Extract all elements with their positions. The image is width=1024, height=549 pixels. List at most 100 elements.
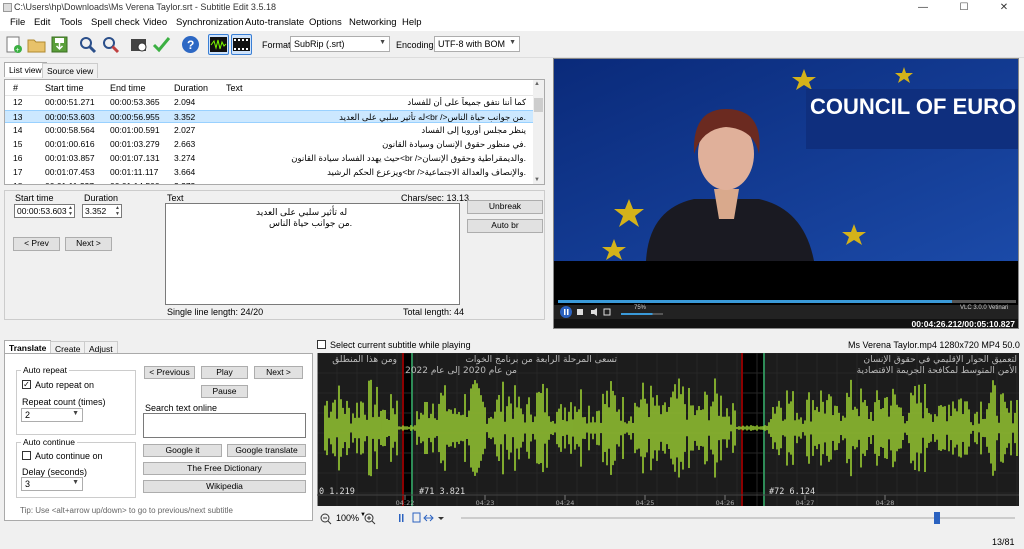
zoom-in-icon[interactable] bbox=[363, 511, 379, 525]
save-icon[interactable] bbox=[49, 34, 70, 55]
slider-thumb[interactable] bbox=[934, 512, 941, 524]
find-icon[interactable] bbox=[77, 34, 98, 55]
menu-edit[interactable]: Edit bbox=[34, 17, 50, 28]
scroll-down-icon[interactable]: ▼ bbox=[534, 177, 540, 183]
cell-text: حيث يهدد الفساد سيادة القانون<br />والدي… bbox=[291, 153, 526, 163]
start-time-label: Start time bbox=[15, 193, 54, 203]
format-select[interactable]: SubRip (.srt) ▼ bbox=[290, 36, 390, 52]
pause-button[interactable]: Pause bbox=[201, 385, 248, 398]
video-toggle-icon[interactable] bbox=[231, 34, 252, 55]
help-icon[interactable]: ? bbox=[180, 34, 201, 55]
audio-waveform[interactable]: ومن هذا المنطلق تسعى المرحلة الرابعة من ب… bbox=[317, 353, 1019, 506]
start-time-input[interactable]: 00:00:53.603 ▲ ▼ bbox=[14, 204, 75, 218]
open-folder-icon[interactable] bbox=[26, 34, 47, 55]
delay-select[interactable]: 3 ▼ bbox=[21, 477, 83, 491]
cell-number: 16 bbox=[13, 153, 23, 163]
menu-networking[interactable]: Networking bbox=[349, 17, 397, 28]
auto-continue-group: Auto continue Auto continue on Delay (se… bbox=[16, 437, 136, 498]
scroll-up-icon[interactable]: ▲ bbox=[534, 81, 540, 87]
time-tick-label: 04:22 bbox=[396, 499, 415, 506]
col-end-time[interactable]: End time bbox=[110, 83, 146, 93]
col-number[interactable]: # bbox=[13, 83, 18, 93]
table-row[interactable]: 18 00:01:11.227 00:01:14.500 3.273 bbox=[5, 180, 535, 184]
video-seek-bar[interactable] bbox=[558, 300, 1016, 303]
scroll-thumb[interactable] bbox=[534, 98, 543, 112]
tab-list-view[interactable]: List view bbox=[4, 62, 47, 77]
play-button[interactable]: Play bbox=[201, 366, 248, 379]
tab-source-view[interactable]: Source view bbox=[42, 63, 99, 78]
previous-button[interactable]: < Previous bbox=[144, 366, 195, 379]
waveform-position-slider[interactable] bbox=[461, 512, 1015, 524]
zoom-out-icon[interactable] bbox=[319, 511, 335, 525]
waveform-toggle-icon[interactable] bbox=[208, 34, 229, 55]
auto-br-button[interactable]: Auto br bbox=[467, 219, 543, 233]
table-row[interactable]: 13 00:00:53.603 00:00:56.955 3.352 له تأثير … bbox=[5, 110, 535, 123]
waveform-subtitle-text: تسعى المرحلة الرابعة من برنامج الخوات bbox=[465, 355, 617, 365]
free-dictionary-button[interactable]: The Free Dictionary bbox=[143, 462, 306, 475]
app-icon bbox=[3, 3, 12, 12]
cell-start-time: 00:01:03.857 bbox=[45, 153, 95, 163]
menu-synchronization[interactable]: Synchronization bbox=[176, 17, 244, 28]
table-row[interactable]: 14 00:00:58.564 00:01:00.591 2.027 ينظر مجلس… bbox=[5, 124, 535, 137]
table-row[interactable]: 16 00:01:03.857 00:01:07.131 3.274 حيث يهدد … bbox=[5, 152, 535, 165]
unbreak-button[interactable]: Unbreak bbox=[467, 200, 543, 214]
cell-number: 17 bbox=[13, 167, 23, 177]
cell-number: 13 bbox=[13, 112, 23, 122]
menu-options[interactable]: Options bbox=[309, 17, 342, 28]
maximize-button[interactable]: ☐ bbox=[944, 0, 984, 15]
table-row[interactable]: 15 00:01:00.616 00:01:03.279 2.663 في منظور … bbox=[5, 138, 535, 151]
replace-icon[interactable] bbox=[100, 34, 121, 55]
new-file-icon[interactable]: + bbox=[3, 34, 24, 55]
spinner-icon[interactable]: ▲ ▼ bbox=[115, 205, 120, 217]
col-text[interactable]: Text bbox=[226, 83, 243, 93]
auto-repeat-checkbox[interactable]: ✓ bbox=[22, 380, 31, 389]
minimize-button[interactable]: — bbox=[903, 0, 943, 15]
google-it-button[interactable]: Google it bbox=[143, 444, 222, 457]
auto-continue-checkbox[interactable] bbox=[22, 451, 31, 460]
cell-end-time: 00:01:07.131 bbox=[110, 153, 160, 163]
menu-video[interactable]: Video bbox=[143, 17, 167, 28]
toolbar: + ? Format SubRip (.srt) ▼ Encoding UTF-8… bbox=[0, 31, 1024, 58]
video-frame: COUNCIL OF EURO bbox=[554, 59, 1018, 328]
pause-icon[interactable] bbox=[397, 511, 407, 525]
select-current-label: Select current subtitle while playing bbox=[330, 340, 471, 350]
google-translate-button[interactable]: Google translate bbox=[227, 444, 306, 457]
video-player[interactable]: COUNCIL OF EURO 75% VLC 3.0.0 Vetinari 0… bbox=[553, 58, 1019, 329]
delay-value: 3 bbox=[25, 479, 31, 489]
video-time-readout: 00:04:26.212/00:05:10.827 bbox=[554, 319, 1018, 328]
cell-end-time: 00:01:14.500 bbox=[110, 181, 160, 184]
prev-button[interactable]: < Prev bbox=[13, 237, 60, 251]
menu-bar: File Edit Tools Spell check Video Synchr… bbox=[0, 15, 1024, 31]
toggle-spectrogram-icon[interactable] bbox=[411, 511, 421, 525]
encoding-select[interactable]: UTF-8 with BOM ▼ bbox=[434, 36, 520, 52]
spinner-icon[interactable]: ▲ ▼ bbox=[68, 205, 73, 217]
visual-sync-icon[interactable] bbox=[128, 34, 149, 55]
table-row[interactable]: 17 00:01:07.453 00:01:11.117 3.664 ويزعزع ال… bbox=[5, 166, 535, 179]
next-button[interactable]: Next > bbox=[65, 237, 112, 251]
duration-input[interactable]: 3.352 ▲ ▼ bbox=[82, 204, 122, 218]
list-scrollbar[interactable]: ▲ ▼ bbox=[533, 80, 544, 184]
move-icon[interactable] bbox=[424, 511, 436, 525]
search-text-input[interactable] bbox=[143, 413, 306, 438]
menu-tools[interactable]: Tools bbox=[60, 17, 82, 28]
translate-panel: Auto repeat ✓ Auto repeat on Repeat coun… bbox=[4, 353, 313, 521]
cell-number: 15 bbox=[13, 139, 23, 149]
cell-end-time: 00:01:03.279 bbox=[110, 139, 160, 149]
subtitle-text-editor[interactable]: له تأثير سلبي على العديد من جوانب حياة ا… bbox=[165, 203, 460, 305]
repeat-count-select[interactable]: 2 ▼ bbox=[21, 408, 83, 422]
menu-file[interactable]: File bbox=[10, 17, 25, 28]
menu-spell-check[interactable]: Spell check bbox=[91, 17, 140, 28]
table-row[interactable]: 12 00:00:51.271 00:00:53.365 2.094 كما أننا … bbox=[5, 96, 535, 109]
waveform-controls: 100% ▼ bbox=[317, 509, 1019, 527]
next-subtitle-button[interactable]: Next > bbox=[254, 366, 303, 379]
menu-auto-translate[interactable]: Auto-translate bbox=[245, 17, 304, 28]
spell-check-icon[interactable] bbox=[151, 34, 172, 55]
col-start-time[interactable]: Start time bbox=[45, 83, 84, 93]
close-button[interactable]: ✕ bbox=[984, 0, 1024, 15]
waveform-canvas: ومن هذا المنطلق تسعى المرحلة الرابعة من ب… bbox=[317, 353, 1019, 506]
svg-text:?: ? bbox=[187, 38, 194, 52]
col-duration[interactable]: Duration bbox=[174, 83, 208, 93]
select-current-checkbox[interactable] bbox=[317, 340, 326, 349]
wikipedia-button[interactable]: Wikipedia bbox=[143, 480, 306, 493]
menu-help[interactable]: Help bbox=[402, 17, 422, 28]
